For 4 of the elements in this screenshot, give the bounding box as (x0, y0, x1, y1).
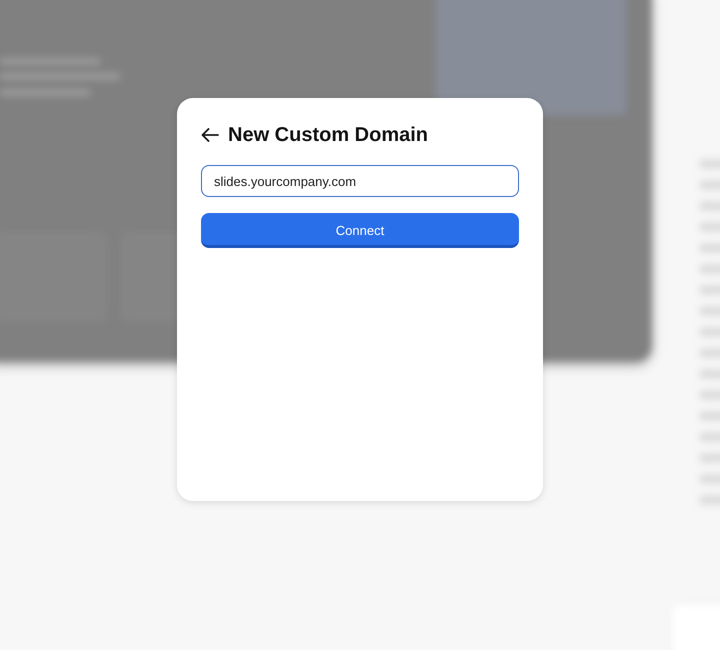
back-arrow-icon[interactable] (201, 128, 219, 142)
connect-button[interactable]: Connect (201, 213, 519, 248)
domain-input[interactable]: slides.yourcompany.com (201, 165, 519, 197)
dialog-title: New Custom Domain (228, 123, 428, 148)
